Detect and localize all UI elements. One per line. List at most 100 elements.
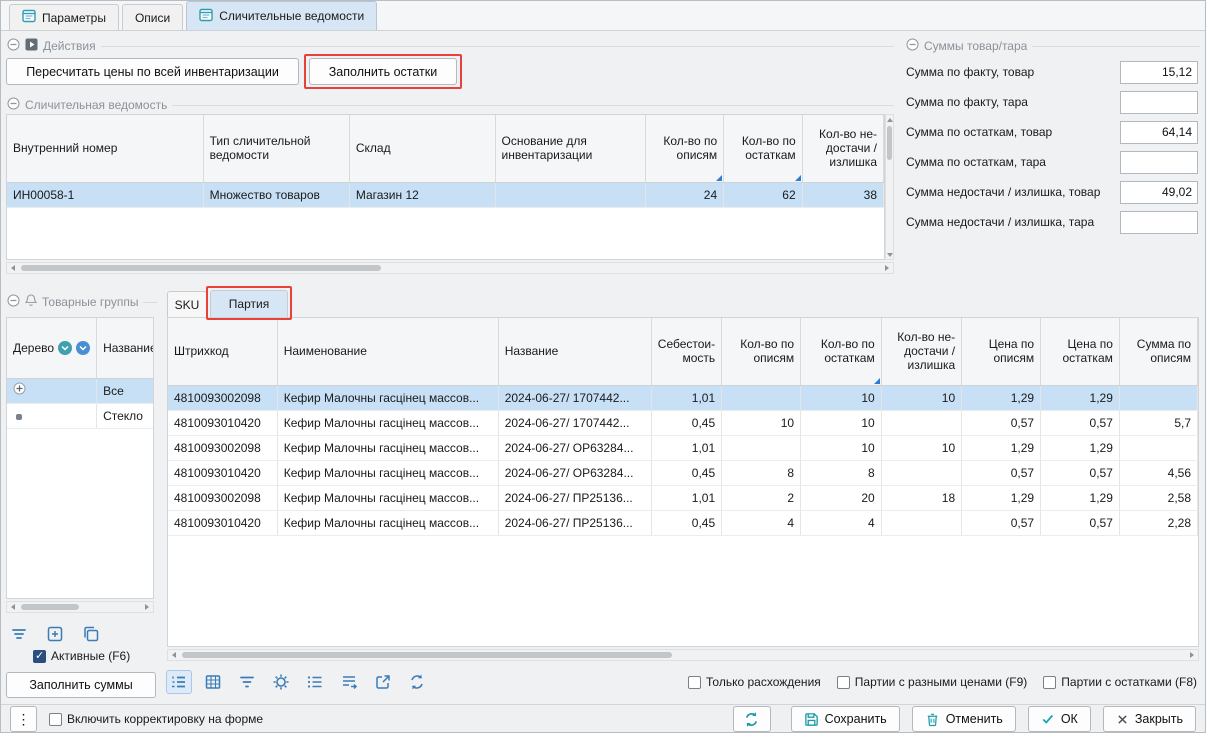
batch-column-header[interactable]: Название [498,318,651,385]
batch-cell[interactable]: 0,57 [962,410,1041,435]
tab-parameters[interactable]: Параметры [9,4,119,30]
batch-cell[interactable] [1119,385,1197,410]
comparison-vertical-scrollbar[interactable] [885,114,894,260]
batch-cell[interactable]: 2024-06-27/ 1707442... [498,410,651,435]
batch-cell[interactable]: 2024-06-27/ ПР25136... [498,510,651,535]
batch-row[interactable]: 4810093010420Кефир Малочны гасцінец масс… [168,410,1198,435]
batch-column-header[interactable]: Цена по остаткам [1041,318,1120,385]
tree-horizontal-scrollbar[interactable] [6,601,154,613]
fill-balances-button[interactable]: Заполнить остатки [309,58,457,85]
batch-cell[interactable]: 4810093002098 [168,385,277,410]
collapse-icon[interactable] [7,294,20,310]
comparison-cell[interactable] [495,182,645,207]
ok-button[interactable]: ОК [1028,706,1091,732]
recalculate-prices-button[interactable]: Пересчитать цены по всей инвентаризации [6,58,299,85]
collapse-icon[interactable] [7,97,20,113]
batch-cell[interactable]: Кефир Малочны гасцінец массов... [277,435,498,460]
scrollbar-thumb[interactable] [887,126,892,160]
batch-row[interactable]: 4810093002098Кефир Малочны гасцінец масс… [168,385,1198,410]
add-icon[interactable] [43,623,67,645]
tree-column-header[interactable]: Дерево [7,318,97,378]
batch-cell[interactable]: Кефир Малочны гасцінец массов... [277,385,498,410]
sum-value-input[interactable] [1120,151,1198,174]
batch-cell[interactable]: 4810093010420 [168,510,277,535]
batch-cell[interactable] [881,410,961,435]
comparison-horizontal-scrollbar[interactable] [6,262,894,274]
comparison-cell[interactable]: Множество товаров [203,182,349,207]
batch-cell[interactable]: 0,57 [1041,410,1120,435]
batch-cell[interactable]: Кефир Малочны гасцінец массов... [277,510,498,535]
group-name-cell[interactable]: Стекло [97,403,154,428]
batch-cell[interactable]: 4 [801,510,882,535]
batch-cell[interactable]: 1,29 [962,385,1041,410]
filter-checkbox[interactable]: Партии с разными ценами (F9) [837,675,1028,689]
batch-cell[interactable]: 4810093002098 [168,435,277,460]
list-insert-icon[interactable] [337,671,361,693]
batch-cell[interactable]: 1,29 [962,485,1041,510]
batch-cell[interactable]: 2024-06-27/ ОР63284... [498,435,651,460]
batch-column-header[interactable]: Кол-во по описям [722,318,801,385]
batch-cell[interactable] [881,510,961,535]
batch-cell[interactable]: 1,29 [1041,435,1120,460]
comparison-column-header[interactable]: Кол-во по описям [645,115,723,182]
batch-row[interactable]: 4810093010420Кефир Малочны гасцінец масс… [168,510,1198,535]
menu-kebab-button[interactable]: ⋮ [10,706,37,732]
settings-gear-icon[interactable] [269,671,293,693]
scroll-down-arrow[interactable] [886,250,893,259]
checkbox-checked-icon[interactable] [33,650,46,663]
comparison-column-header[interactable]: Внутренний номер [7,115,203,182]
comparison-column-header[interactable]: Кол-во по остаткам [724,115,802,182]
comparison-cell[interactable]: 62 [724,182,802,207]
sum-value-input[interactable] [1120,181,1198,204]
scroll-left-arrow[interactable] [168,650,180,660]
batch-cell[interactable]: 2 [722,485,801,510]
scroll-left-arrow[interactable] [7,263,19,273]
batch-column-header[interactable]: Себестои-мость [651,318,721,385]
batch-cell[interactable]: 1,29 [962,435,1041,460]
batch-cell[interactable]: 0,57 [962,510,1041,535]
batch-cell[interactable]: 0,45 [651,510,721,535]
batch-column-header[interactable]: Штрихкод [168,318,277,385]
checkbox-unchecked-icon[interactable] [837,676,850,689]
comparison-cell[interactable]: ИН00058-1 [7,182,203,207]
batch-cell[interactable]: 2024-06-27/ 1707442... [498,385,651,410]
comparison-column-header[interactable]: Кол-во не-достачи / излишка [802,115,883,182]
batch-cell[interactable]: 4810093010420 [168,410,277,435]
batch-column-header[interactable]: Цена по описям [962,318,1041,385]
checkbox-unchecked-icon[interactable] [688,676,701,689]
group-name-cell[interactable]: Все [97,378,154,403]
batch-cell[interactable] [881,460,961,485]
comparison-column-header[interactable]: Тип сличительной ведомости [203,115,349,182]
batch-cell[interactable]: 8 [801,460,882,485]
batch-cell[interactable]: 0,45 [651,410,721,435]
batch-column-header[interactable]: Наименование [277,318,498,385]
numbered-list-icon[interactable] [167,671,191,693]
expand-all-icon[interactable] [58,341,72,355]
batch-cell[interactable]: 1,01 [651,485,721,510]
comparison-cell[interactable]: 24 [645,182,723,207]
export-icon[interactable] [371,671,395,693]
grid-view-icon[interactable] [201,671,225,693]
batch-cell[interactable]: 10 [801,435,882,460]
group-row[interactable]: Все [7,378,154,403]
scroll-right-arrow[interactable] [881,263,893,273]
batch-cell[interactable]: 1,29 [1041,385,1120,410]
batch-cell[interactable]: 2,28 [1119,510,1197,535]
batch-cell[interactable]: 4810093010420 [168,460,277,485]
tab-sku[interactable]: SKU [167,291,207,317]
batch-cell[interactable]: 18 [881,485,961,510]
batch-cell[interactable]: 8 [722,460,801,485]
checkbox-unchecked-icon[interactable] [49,713,62,726]
copy-icon[interactable] [79,623,103,645]
batch-cell[interactable]: 1,29 [1041,485,1120,510]
group-row[interactable]: Стекло [7,403,154,428]
name-column-header[interactable]: Название [97,318,154,378]
batch-cell[interactable]: 10 [881,435,961,460]
scroll-left-arrow[interactable] [7,602,19,612]
batch-cell[interactable] [722,385,801,410]
batch-column-header[interactable]: Кол-во по остаткам [801,318,882,385]
batch-cell[interactable] [1119,435,1197,460]
fill-sums-button[interactable]: Заполнить суммы [6,672,156,698]
batch-row[interactable]: 4810093002098Кефир Малочны гасцінец масс… [168,435,1198,460]
filter-checkbox[interactable]: Партии с остатками (F8) [1043,675,1197,689]
